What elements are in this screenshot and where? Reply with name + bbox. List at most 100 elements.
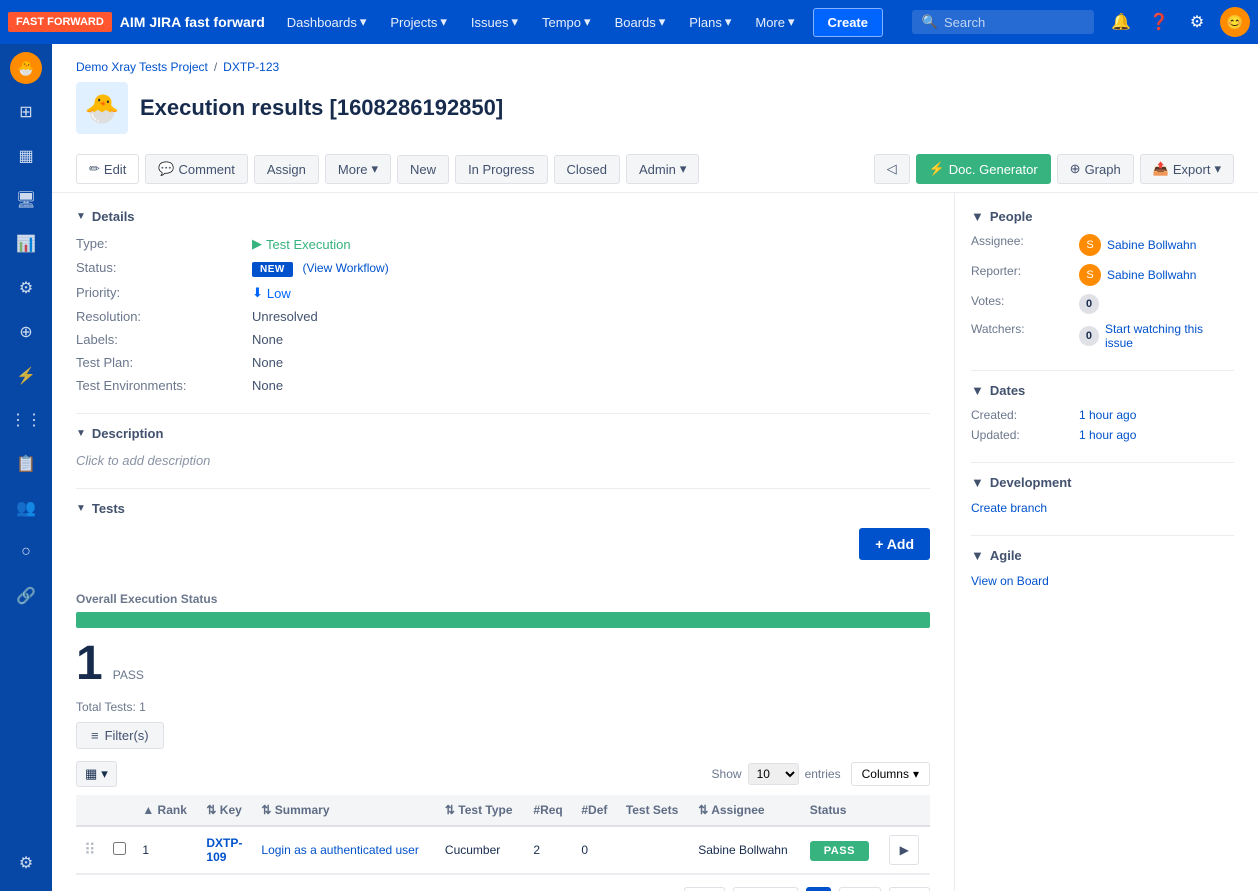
run-button[interactable]: ▶: [889, 835, 919, 865]
row-checkbox[interactable]: [113, 842, 126, 855]
sidebar-item-settings[interactable]: ⚙: [6, 843, 46, 883]
people-section-header[interactable]: ▼ People: [971, 209, 1234, 224]
assignee-label: Assignee:: [971, 234, 1071, 256]
search-input[interactable]: [944, 15, 1084, 30]
th-rank[interactable]: ▲ Rank: [134, 795, 198, 826]
development-section-header[interactable]: ▼ Development: [971, 475, 1234, 490]
nav-icon-group: 🔔 ❓ ⚙ 😊: [1106, 7, 1250, 37]
new-status-button[interactable]: New: [397, 155, 449, 184]
sidebar-item-monitor[interactable]: 🖥: [6, 180, 46, 220]
closed-button[interactable]: Closed: [554, 155, 620, 184]
reporter-name[interactable]: Sabine Bollwahn: [1107, 268, 1196, 282]
th-test-sets[interactable]: Test Sets: [618, 795, 690, 826]
prev-page-button[interactable]: Previous: [733, 887, 798, 891]
nav-tempo[interactable]: Tempo ▾: [532, 6, 601, 38]
dates-section-header[interactable]: ▼ Dates: [971, 383, 1234, 398]
filter-button[interactable]: ≡ Filter(s): [76, 722, 164, 749]
create-branch-link[interactable]: Create branch: [971, 501, 1047, 515]
admin-chevron-icon: ▾: [680, 161, 687, 177]
tests-section-header[interactable]: ▼ Tests: [76, 501, 930, 516]
agile-section-header[interactable]: ▼ Agile: [971, 548, 1234, 563]
assignee-avatar: S: [1079, 234, 1101, 256]
nav-boards[interactable]: Boards ▾: [605, 6, 676, 38]
th-assignee[interactable]: ⇅ Assignee: [690, 795, 802, 826]
priority-icon: ⬇: [252, 285, 263, 301]
description-placeholder[interactable]: Click to add description: [76, 453, 930, 468]
details-section: ▼ Details Type: ▶ Test Execution Status:…: [76, 209, 930, 393]
admin-button[interactable]: Admin ▾: [626, 154, 699, 184]
drag-cell[interactable]: ⠿: [76, 826, 105, 874]
view-on-board-link[interactable]: View on Board: [971, 574, 1049, 588]
sidebar-item-grid[interactable]: ⊞: [6, 92, 46, 132]
test-env-label: Test Environments:: [76, 378, 236, 393]
sidebar-item-people[interactable]: 👥: [6, 488, 46, 528]
updated-value: 1 hour ago: [1079, 428, 1234, 442]
current-page-button[interactable]: 1: [806, 887, 831, 891]
comment-button[interactable]: 💬 Comment: [145, 154, 248, 184]
in-progress-button[interactable]: In Progress: [455, 155, 547, 184]
details-section-header[interactable]: ▼ Details: [76, 209, 930, 224]
th-key[interactable]: ⇅ Key: [198, 795, 253, 826]
entries-select[interactable]: 10 25 50 100: [748, 763, 799, 785]
watch-link[interactable]: Start watching this issue: [1105, 322, 1234, 350]
nav-dashboards[interactable]: Dashboards ▾: [277, 6, 377, 38]
key-link[interactable]: DXTP-109: [206, 836, 242, 864]
doc-generator-button[interactable]: ⚡ Doc. Generator: [916, 154, 1051, 184]
checkbox-cell[interactable]: [105, 826, 134, 874]
description-section-header[interactable]: ▼ Description: [76, 426, 930, 441]
edit-button[interactable]: ✏ Edit: [76, 154, 139, 184]
nav-plans[interactable]: Plans ▾: [679, 6, 741, 38]
last-page-button[interactable]: Last: [889, 887, 930, 891]
run-cell[interactable]: ▶: [881, 826, 930, 874]
development-chevron-icon: ▼: [971, 475, 984, 490]
sidebar-item-node[interactable]: ⋮⋮: [6, 400, 46, 440]
workflow-link[interactable]: (View Workflow): [302, 261, 388, 275]
graph-button[interactable]: ⊕ Graph: [1057, 154, 1134, 184]
settings-icon[interactable]: ⚙: [1182, 7, 1212, 37]
next-page-button[interactable]: Next: [839, 887, 882, 891]
th-def[interactable]: #Def: [573, 795, 617, 826]
logo[interactable]: FAST FORWARD: [8, 12, 112, 32]
breadcrumb-issue[interactable]: DXTP-123: [223, 60, 279, 74]
summary-link[interactable]: Login as a authenticated user: [261, 843, 418, 857]
th-req[interactable]: #Req: [525, 795, 573, 826]
nav-issues[interactable]: Issues ▾: [461, 6, 528, 38]
nav-projects[interactable]: Projects ▾: [380, 6, 457, 38]
table-options-button[interactable]: ▦ ▾: [76, 761, 117, 787]
sidebar-item-link[interactable]: 🔗: [6, 576, 46, 616]
left-column: ▼ Details Type: ▶ Test Execution Status:…: [76, 193, 954, 891]
sidebar-avatar[interactable]: 🐣: [10, 52, 42, 84]
search-bar[interactable]: 🔍: [912, 10, 1094, 34]
sidebar-item-chart[interactable]: ▦: [6, 136, 46, 176]
breadcrumb-separator: /: [214, 60, 217, 74]
created-value: 1 hour ago: [1079, 408, 1234, 422]
export-button[interactable]: 📤 Export ▾: [1140, 154, 1234, 184]
assignee-name[interactable]: Sabine Bollwahn: [1107, 238, 1196, 252]
first-page-button[interactable]: First: [684, 887, 725, 891]
user-avatar[interactable]: 😊: [1220, 7, 1250, 37]
columns-button[interactable]: Columns ▾: [851, 762, 930, 786]
th-status[interactable]: Status: [802, 795, 882, 826]
sidebar-item-circle[interactable]: ○: [6, 532, 46, 572]
issue-avatar-emoji: 🐣: [85, 92, 120, 125]
add-button[interactable]: + Add: [859, 528, 930, 560]
nav-more[interactable]: More ▾: [745, 6, 804, 38]
sidebar-item-lightning[interactable]: ⚡: [6, 356, 46, 396]
th-test-type[interactable]: ⇅ Test Type: [437, 795, 525, 826]
notification-icon[interactable]: 🔔: [1106, 7, 1136, 37]
share-button[interactable]: ◁: [874, 154, 910, 184]
sidebar-item-atom[interactable]: ⊕: [6, 312, 46, 352]
reporter-avatar: S: [1079, 264, 1101, 286]
tests-chevron-icon: ▼: [76, 503, 86, 514]
assign-button[interactable]: Assign: [254, 155, 319, 184]
th-summary[interactable]: ⇅ Summary: [253, 795, 437, 826]
sidebar-item-clipboard[interactable]: 📋: [6, 444, 46, 484]
more-button[interactable]: More ▾: [325, 154, 391, 184]
help-icon[interactable]: ❓: [1144, 7, 1174, 37]
breadcrumb-project[interactable]: Demo Xray Tests Project: [76, 60, 208, 74]
description-section: ▼ Description Click to add description: [76, 426, 930, 468]
sidebar-item-puzzle[interactable]: ⚙: [6, 268, 46, 308]
more-chevron-icon: ▾: [372, 161, 379, 177]
sidebar-item-bar-chart[interactable]: 📊: [6, 224, 46, 264]
create-button[interactable]: Create: [813, 8, 883, 37]
